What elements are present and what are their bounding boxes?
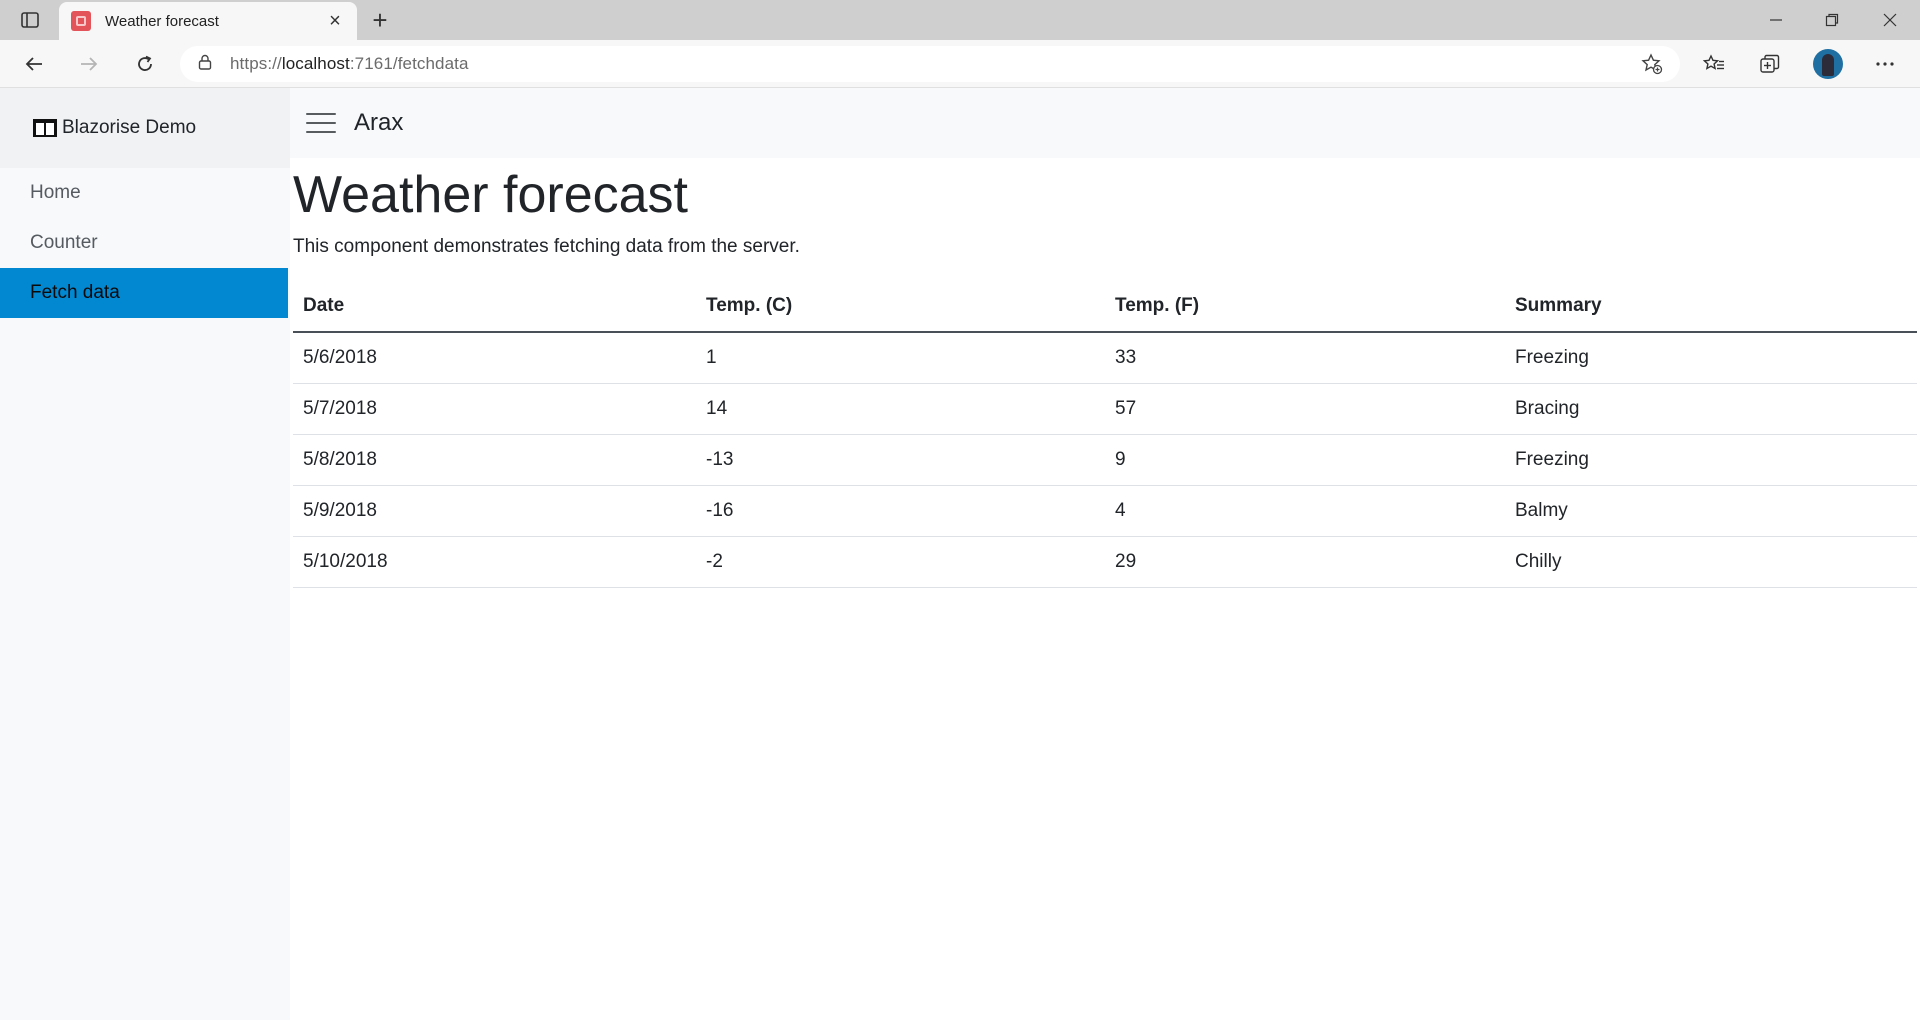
cell-date: 5/9/2018 [293, 485, 696, 537]
cell-summary: Balmy [1505, 485, 1917, 537]
header-temp-c: Temp. (C) [696, 280, 1105, 333]
add-favorite-icon[interactable] [1640, 52, 1664, 76]
profile-avatar[interactable] [1813, 49, 1843, 79]
brand-text: Blazorise Demo [62, 117, 197, 138]
cell-date: 5/10/2018 [293, 536, 696, 588]
cell-temp-f: 33 [1105, 332, 1505, 384]
favorites-icon[interactable] [1698, 48, 1730, 80]
cell-temp-f: 9 [1105, 434, 1505, 486]
cell-summary: Freezing [1505, 332, 1917, 384]
table-row: 5/7/2018 14 57 Bracing [293, 383, 1917, 435]
back-icon[interactable] [18, 48, 50, 80]
cell-summary: Freezing [1505, 434, 1917, 486]
main-content: Arax Weather forecast This component dem… [290, 88, 1920, 1020]
cell-temp-f: 57 [1105, 383, 1505, 435]
header-temp-f: Temp. (F) [1105, 280, 1505, 333]
restore-icon[interactable] [1804, 0, 1860, 40]
browser-toolbar: https://localhost:7161/fetchdata [0, 40, 1920, 88]
tab-title: Weather forecast [105, 12, 219, 30]
app-root: Blazorise Demo Home Counter Fetch data A… [0, 88, 1920, 1020]
page-description: This component demonstrates fetching dat… [293, 236, 800, 257]
refresh-icon[interactable] [129, 48, 161, 80]
url-prefix: https:// [230, 54, 282, 73]
close-window-icon[interactable] [1862, 0, 1918, 40]
cell-temp-c: -2 [696, 536, 1105, 588]
collections-icon[interactable] [1754, 48, 1786, 80]
cell-temp-f: 29 [1105, 536, 1505, 588]
url-text[interactable]: https://localhost:7161/fetchdata [230, 54, 469, 74]
page-content: Weather forecast This component demonstr… [290, 164, 1920, 588]
table-row: 5/9/2018 -16 4 Balmy [293, 485, 1917, 537]
topbar-title: Arax [354, 109, 404, 136]
more-options-icon[interactable] [1869, 48, 1901, 80]
sidebar-item-fetch-data[interactable]: Fetch data [0, 268, 288, 318]
sidebar-nav: Home Counter Fetch data [0, 168, 290, 318]
url-host: localhost [281, 54, 350, 73]
cell-temp-c: -16 [696, 485, 1105, 537]
cell-date: 5/6/2018 [293, 332, 696, 384]
top-bar: Arax [290, 88, 1920, 158]
browser-tabstrip: Weather forecast × + [0, 0, 1920, 40]
page-title: Weather forecast [293, 166, 689, 224]
lock-icon[interactable] [198, 54, 212, 75]
forward-icon[interactable] [73, 48, 105, 80]
forecast-table: Date Temp. (C) Temp. (F) Summary 5/6/201… [293, 280, 1917, 588]
header-summary: Summary [1505, 280, 1917, 333]
table-header-row: Date Temp. (C) Temp. (F) Summary [293, 280, 1917, 333]
table-row: 5/6/2018 1 33 Freezing [293, 332, 1917, 384]
minimize-icon[interactable] [1748, 0, 1804, 40]
header-date: Date [293, 280, 696, 333]
browser-tab[interactable]: Weather forecast × [59, 2, 357, 40]
new-tab-icon[interactable]: + [366, 5, 394, 35]
tab-close-icon[interactable]: × [325, 11, 345, 31]
address-bar[interactable]: https://localhost:7161/fetchdata [180, 46, 1680, 82]
cell-temp-c: -13 [696, 434, 1105, 486]
table-row: 5/10/2018 -2 29 Chilly [293, 536, 1917, 588]
favicon-icon [71, 11, 91, 31]
cell-summary: Bracing [1505, 383, 1917, 435]
sidebar-item-home[interactable]: Home [0, 168, 288, 218]
cell-temp-f: 4 [1105, 485, 1505, 537]
sidebar-item-counter[interactable]: Counter [0, 218, 288, 268]
cell-temp-c: 14 [696, 383, 1105, 435]
tab-actions-icon[interactable] [12, 8, 48, 32]
table-row: 5/8/2018 -13 9 Freezing [293, 434, 1917, 486]
cell-summary: Chilly [1505, 536, 1917, 588]
url-path: :7161/fetchdata [349, 54, 469, 73]
brand[interactable]: Blazorise Demo [0, 88, 290, 168]
cell-temp-c: 1 [696, 332, 1105, 384]
brand-logo-icon [32, 117, 58, 139]
cell-date: 5/7/2018 [293, 383, 696, 435]
cell-date: 5/8/2018 [293, 434, 696, 486]
menu-toggle-icon[interactable] [306, 108, 336, 138]
sidebar: Blazorise Demo Home Counter Fetch data [0, 88, 290, 1020]
